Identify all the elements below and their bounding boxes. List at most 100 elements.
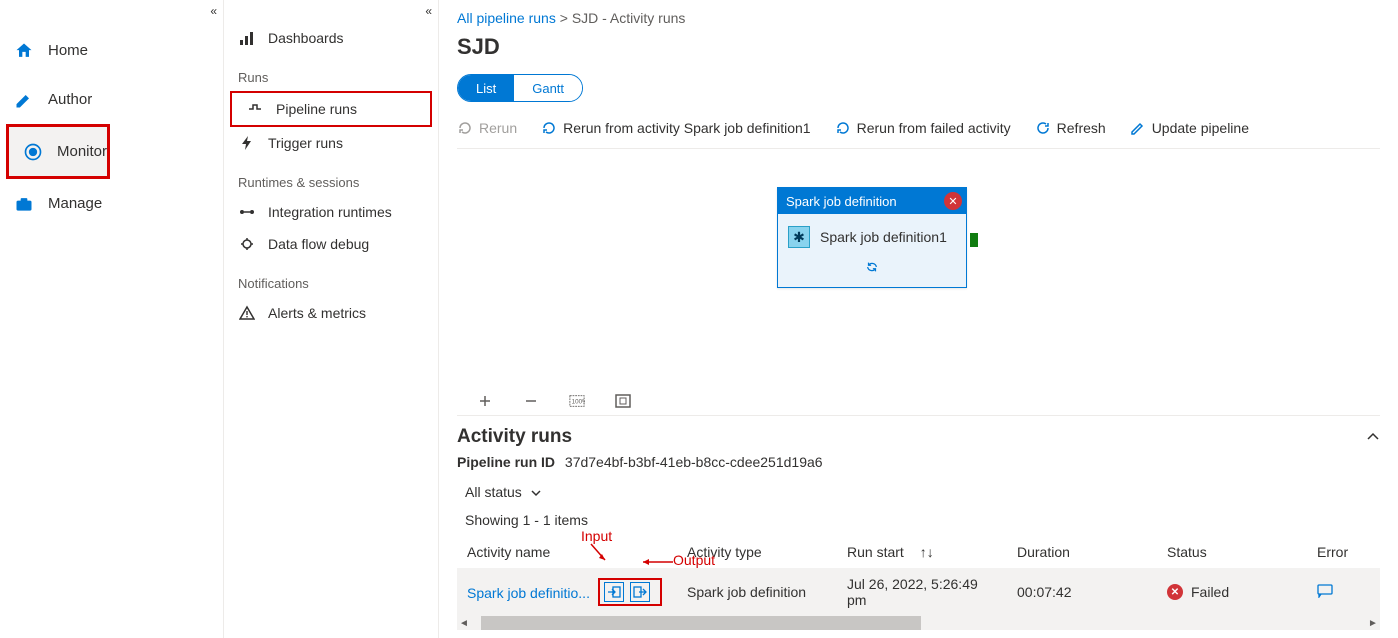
toolbox-icon	[14, 194, 34, 214]
chevron-down-icon	[530, 484, 542, 500]
breadcrumb-current: SJD - Activity runs	[572, 10, 686, 26]
collapse-icon[interactable]: «	[425, 4, 432, 18]
s2-pipeline-runs[interactable]: Pipeline runs	[232, 93, 430, 125]
label: Dashboards	[268, 30, 344, 46]
nav-label: Author	[48, 91, 92, 108]
activity-node-header: Spark job definition ✕	[778, 188, 966, 214]
activity-node[interactable]: Spark job definition ✕ ✱ Spark job defin…	[777, 187, 967, 288]
activity-name: Spark job definition1	[820, 229, 947, 245]
activity-name-link[interactable]: Spark job definitio...	[467, 585, 590, 601]
pencil-icon	[14, 90, 34, 110]
col-duration[interactable]: Duration	[1007, 536, 1157, 568]
s2-integration-runtimes[interactable]: Integration runtimes	[224, 196, 438, 228]
breadcrumb: All pipeline runs > SJD - Activity runs	[457, 10, 1380, 26]
refresh-button[interactable]: Refresh	[1035, 120, 1106, 136]
btn-label: Rerun from activity Spark job definition…	[563, 120, 810, 136]
activity-node-body: ✱ Spark job definition1	[778, 214, 966, 254]
gauge-icon	[23, 142, 43, 162]
command-bar: Rerun Rerun from activity Spark job defi…	[457, 112, 1380, 149]
col-error[interactable]: Error	[1307, 536, 1380, 568]
sync-icon[interactable]	[864, 260, 880, 277]
rerun-failed-button[interactable]: Rerun from failed activity	[835, 120, 1011, 136]
pipeline-icon	[246, 100, 264, 118]
cell-status: ✕ Failed	[1157, 568, 1307, 616]
btn-label: Refresh	[1057, 120, 1106, 136]
label: Data flow debug	[268, 236, 369, 252]
toggle-gantt[interactable]: Gantt	[514, 75, 582, 101]
run-id-row: Pipeline run ID 37d7e4bf-b3bf-41eb-b8cc-…	[457, 454, 1380, 470]
svg-text:100%: 100%	[572, 399, 585, 406]
main-content: All pipeline runs > SJD - Activity runs …	[439, 0, 1398, 638]
sort-icon: ↑↓	[920, 544, 934, 560]
scroll-left-arrow[interactable]: ◄	[457, 618, 471, 629]
update-pipeline-button[interactable]: Update pipeline	[1130, 120, 1249, 136]
scroll-thumb[interactable]	[481, 616, 921, 630]
connector-handle[interactable]	[970, 233, 978, 247]
zoom-in-icon[interactable]	[477, 393, 493, 409]
canvas-area[interactable]: Spark job definition ✕ ✱ Spark job defin…	[457, 149, 1380, 389]
nav-monitor[interactable]: Monitor	[9, 127, 107, 176]
label: Alerts & metrics	[268, 305, 366, 321]
items-count: Showing 1 - 1 items	[457, 512, 1380, 528]
col-activity-name[interactable]: Activity name	[457, 536, 677, 568]
status-filter-dropdown[interactable]: All status	[465, 484, 542, 500]
edit-icon	[1130, 120, 1146, 136]
nav-home[interactable]: Home	[0, 26, 223, 75]
spark-icon: ✱	[788, 226, 810, 248]
rerun-from-activity-button[interactable]: Rerun from activity Spark job definition…	[541, 120, 810, 136]
view-toggle: List Gantt	[457, 74, 583, 102]
run-id-value: 37d7e4bf-b3bf-41eb-b8cc-cdee251d19a6	[565, 454, 823, 470]
bolt-icon	[238, 134, 256, 152]
breadcrumb-parent[interactable]: All pipeline runs	[457, 10, 556, 26]
output-button[interactable]	[630, 582, 650, 602]
btn-label: Rerun	[479, 120, 517, 136]
run-id-label: Pipeline run ID	[457, 454, 555, 470]
chat-icon[interactable]	[1317, 585, 1333, 601]
failed-icon: ✕	[1167, 584, 1183, 600]
s2-trigger-runs[interactable]: Trigger runs	[224, 127, 438, 159]
rerun-from-icon	[541, 120, 557, 136]
close-icon[interactable]: ✕	[944, 192, 962, 210]
nav-manage[interactable]: Manage	[0, 179, 223, 228]
col-status[interactable]: Status	[1157, 536, 1307, 568]
cell-type: Spark job definition	[677, 568, 837, 616]
toggle-list[interactable]: List	[458, 75, 514, 101]
label: Integration runtimes	[268, 204, 392, 220]
s2-alerts-metrics[interactable]: Alerts & metrics	[224, 297, 438, 329]
input-button[interactable]	[604, 582, 624, 602]
notifications-header: Notifications	[224, 270, 438, 297]
network-icon	[238, 203, 256, 221]
col-activity-type[interactable]: Activity type	[677, 536, 837, 568]
activity-type-label: Spark job definition	[786, 194, 897, 209]
nav-author[interactable]: Author	[0, 75, 223, 124]
s2-dashboards[interactable]: Dashboards	[224, 22, 438, 54]
secondary-sidebar: « Dashboards Runs Pipeline runs Trigger …	[224, 0, 439, 638]
rerun-failed-icon	[835, 120, 851, 136]
collapse-icon[interactable]: «	[210, 4, 217, 18]
chart-icon	[238, 29, 256, 47]
runtimes-header: Runtimes & sessions	[224, 169, 438, 196]
zoom-out-icon[interactable]	[523, 393, 539, 409]
table-row[interactable]: Spark job definitio... Spark job definit…	[457, 568, 1380, 616]
cell-error	[1307, 568, 1380, 616]
zoom-toolbar: 100%	[457, 389, 1380, 416]
refresh-icon	[1035, 120, 1051, 136]
zoom-100-icon[interactable]: 100%	[569, 393, 585, 409]
bug-icon	[238, 235, 256, 253]
chevron-up-icon[interactable]	[1366, 429, 1380, 445]
cell-start: Jul 26, 2022, 5:26:49 pm	[837, 568, 1007, 616]
nav-label: Monitor	[57, 143, 107, 160]
nav-label: Home	[48, 42, 88, 59]
col-run-start[interactable]: Run start ↑↓	[837, 536, 1007, 568]
zoom-fit-icon[interactable]	[615, 393, 631, 409]
label: Pipeline runs	[276, 101, 357, 117]
s2-dataflow-debug[interactable]: Data flow debug	[224, 228, 438, 260]
activity-node-footer	[778, 254, 966, 287]
cell-duration: 00:07:42	[1007, 568, 1157, 616]
rerun-button[interactable]: Rerun	[457, 120, 517, 136]
runs-header: Runs	[224, 64, 438, 91]
horizontal-scrollbar[interactable]: ◄ ►	[457, 616, 1380, 630]
filter-label: All status	[465, 484, 522, 500]
btn-label: Rerun from failed activity	[857, 120, 1011, 136]
scroll-right-arrow[interactable]: ►	[1366, 618, 1380, 629]
